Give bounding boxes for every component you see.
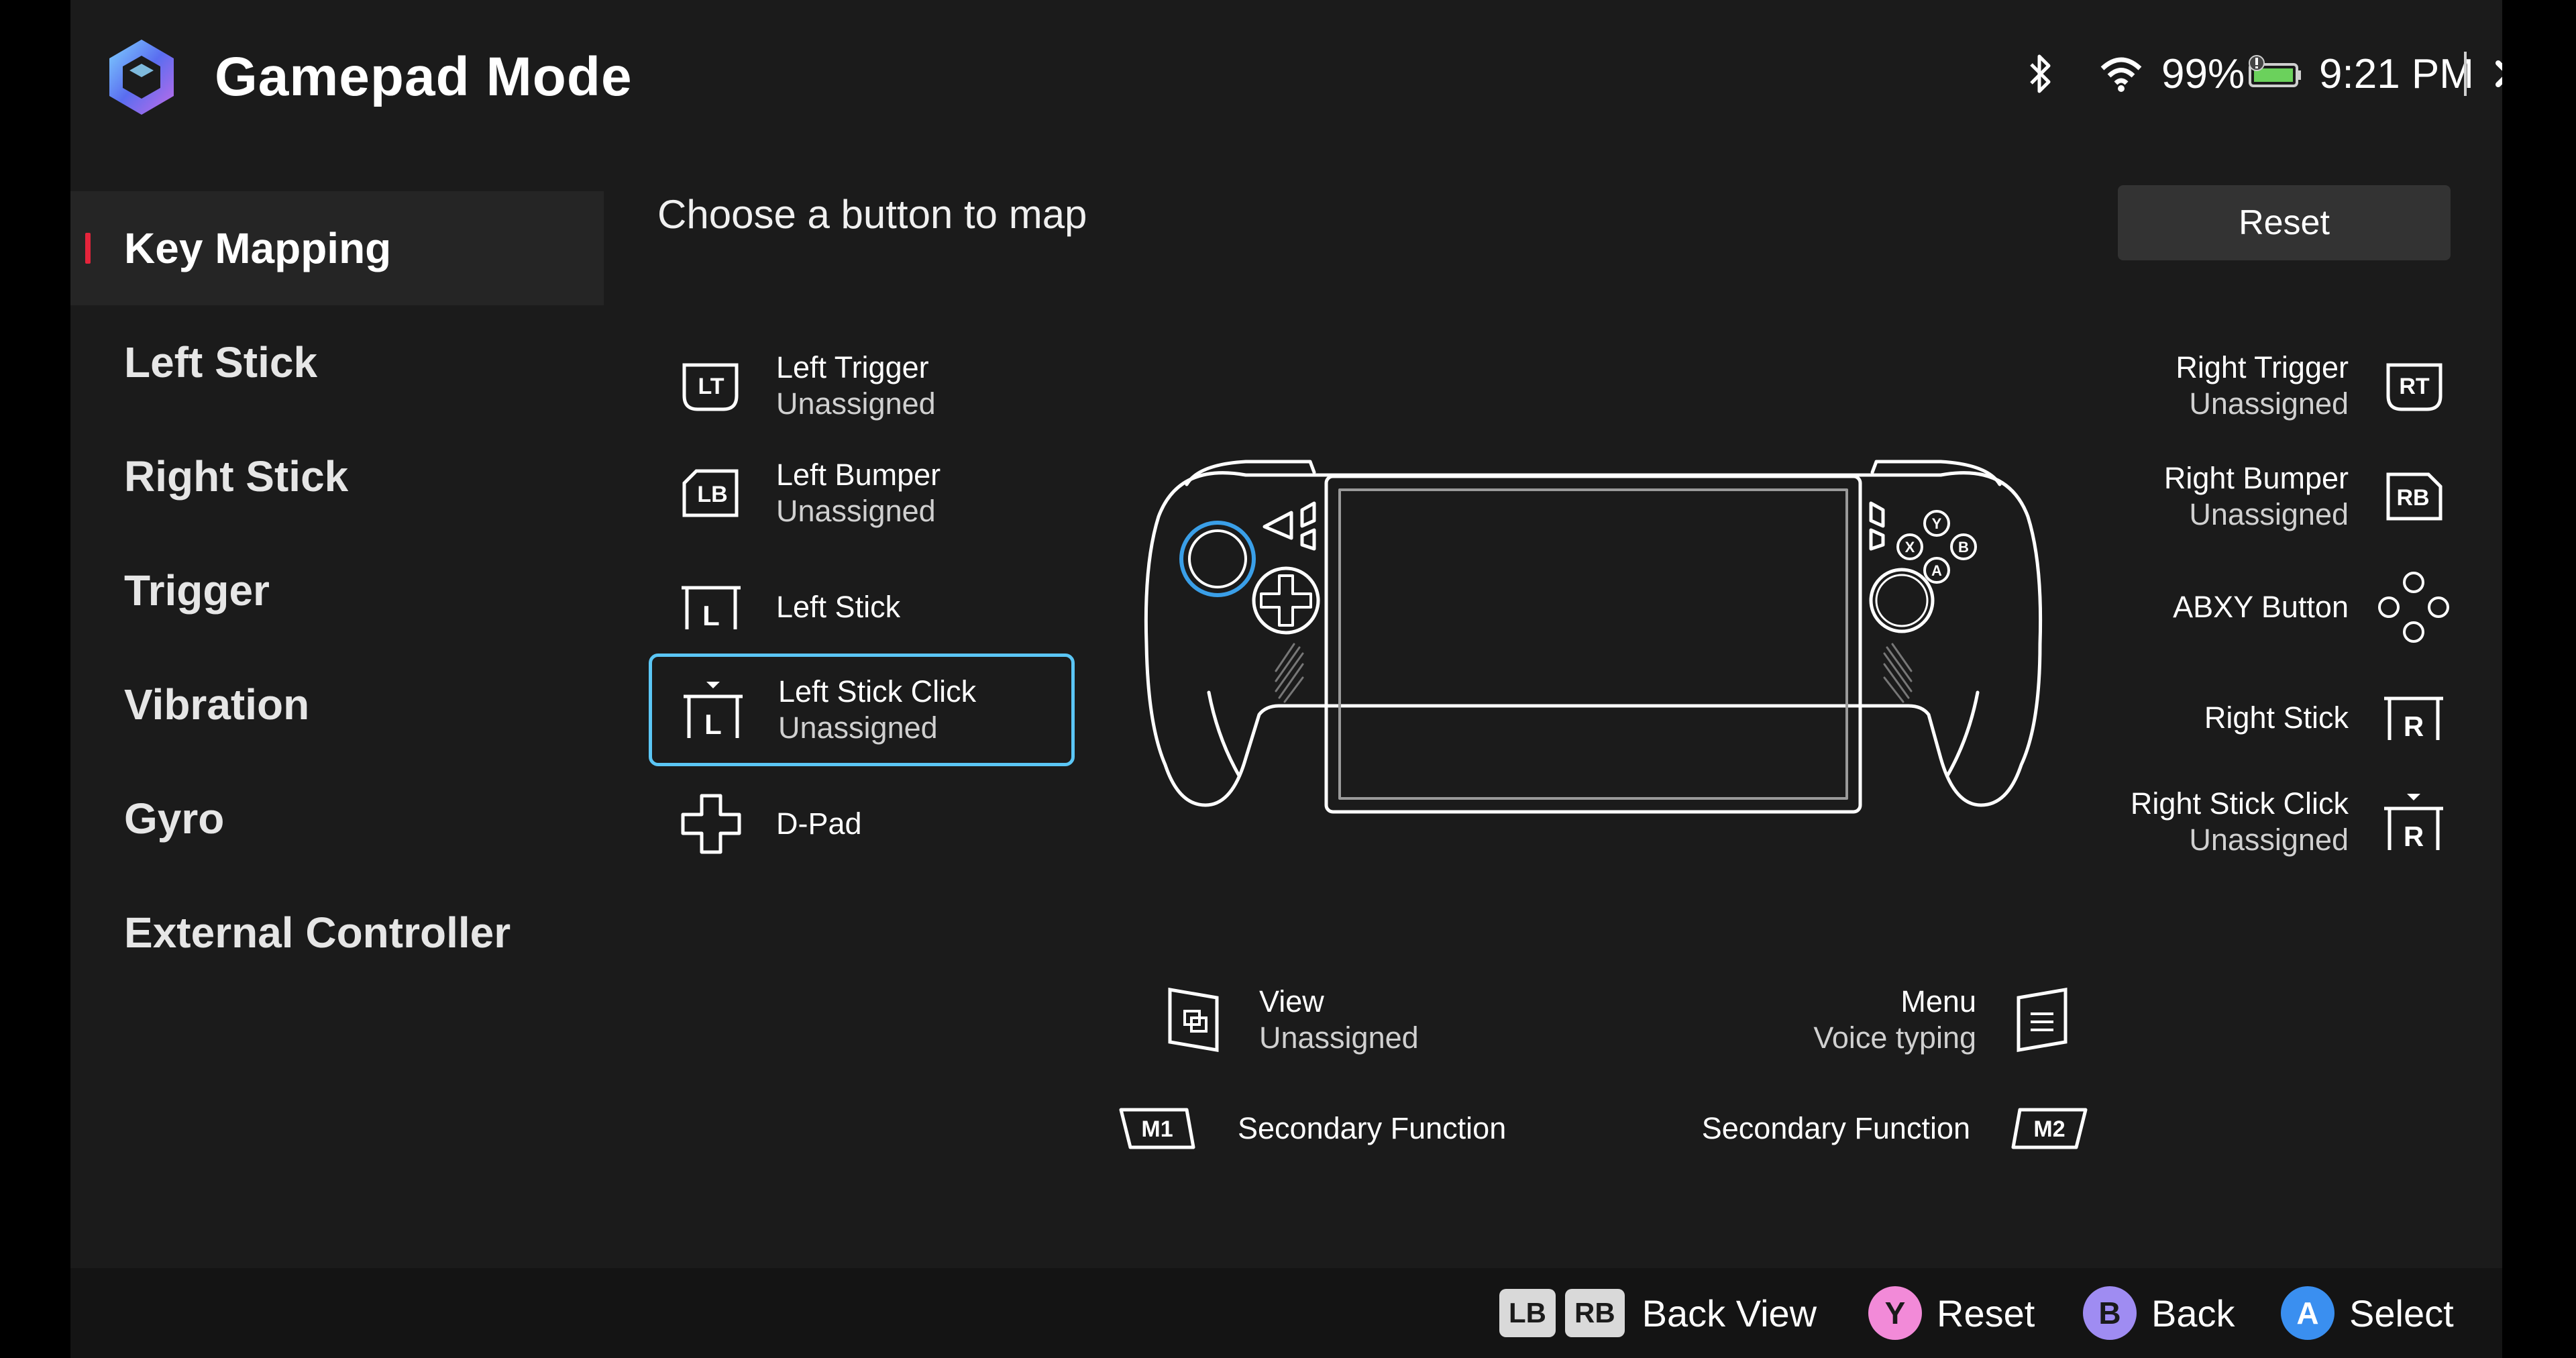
hint-label: Reset: [1937, 1292, 2035, 1335]
svg-text:M1: M1: [1141, 1116, 1173, 1142]
dpad-icon: [674, 787, 748, 861]
mapping-m2[interactable]: Secondary Function M2: [1702, 1088, 2090, 1169]
mapping-value: Unassigned: [776, 386, 936, 421]
hint-label: Select: [2349, 1292, 2454, 1335]
mapping-value: Unassigned: [2189, 823, 2349, 857]
mapping-left-stick-click[interactable]: L Left Stick Click Unassigned: [649, 654, 1075, 766]
svg-text:LT: LT: [698, 374, 724, 399]
view-icon: [1157, 983, 1231, 1057]
svg-text:M2: M2: [2033, 1116, 2065, 1142]
mapping-value: Unassigned: [778, 711, 938, 745]
footer-hints: LB RB Back View Y Reset B Back A Select: [70, 1268, 2502, 1358]
rt-icon: RT: [2377, 349, 2451, 423]
mapping-value: Unassigned: [776, 494, 936, 528]
hint-select[interactable]: A Select: [2281, 1268, 2454, 1358]
svg-text:R: R: [2404, 711, 2424, 742]
hint-reset[interactable]: Y Reset: [1868, 1268, 2035, 1358]
mapping-name: View: [1259, 984, 1324, 1018]
mapping-name: ABXY Button: [2173, 590, 2349, 624]
left-stick-icon: L: [674, 570, 748, 644]
mapping-name: D-Pad: [776, 806, 862, 841]
device-x-label: X: [1905, 539, 1915, 556]
mapping-name: Right Stick Click: [2130, 786, 2349, 821]
right-stick-icon: R: [2377, 681, 2451, 755]
rb-key-icon: RB: [1565, 1289, 1625, 1337]
svg-text:R: R: [2404, 821, 2424, 852]
hint-back[interactable]: B Back: [2083, 1268, 2235, 1358]
lt-icon: LT: [674, 349, 748, 423]
mapping-name: Menu: [1900, 984, 1976, 1018]
mapping-value: Unassigned: [2189, 386, 2349, 421]
svg-text:L: L: [702, 600, 720, 631]
lb-icon: LB: [674, 456, 748, 530]
mapping-right-bumper[interactable]: Right Bumper Unassigned RB: [2164, 456, 2451, 537]
mapping-m1[interactable]: M1 Secondary Function: [1117, 1088, 1506, 1169]
m2-icon: M2: [2009, 1092, 2090, 1165]
mapping-value: Voice typing: [1813, 1021, 1976, 1055]
app-window: Gamepad Mode 99% 9:21 PM Key Mapping Lef…: [70, 0, 2502, 1358]
mapping-right-stick-click[interactable]: Right Stick Click Unassigned R: [2131, 782, 2451, 862]
mapping-name: Left Stick: [776, 590, 901, 624]
svg-text:LB: LB: [697, 482, 727, 507]
mapping-value: Unassigned: [2189, 497, 2349, 531]
right-stick-click-icon: R: [2377, 785, 2451, 859]
mapping-name: Right Bumper: [2163, 461, 2349, 495]
main-panel: Choose a button to map Reset LT Left Tri…: [70, 0, 2502, 1268]
mapping-dpad[interactable]: D-Pad: [674, 784, 862, 864]
mapping-right-stick[interactable]: Right Stick R: [2204, 678, 2451, 758]
mapping-name: Left Trigger: [776, 350, 929, 384]
a-button-icon: A: [2281, 1286, 2334, 1340]
hint-label: Back View: [1642, 1292, 1817, 1335]
mapping-name: Left Bumper: [776, 458, 941, 492]
mapping-name: Right Stick: [2204, 700, 2349, 735]
device-y-label: Y: [1932, 515, 1942, 532]
svg-text:RT: RT: [2399, 374, 2430, 399]
device-illustration: Y X B A: [1138, 443, 2047, 819]
hint-back-view[interactable]: LB RB Back View: [1499, 1268, 1817, 1358]
mapping-right-trigger[interactable]: Right Trigger Unassigned RT: [2176, 346, 2451, 426]
device-a-label: A: [1931, 562, 1942, 579]
abxy-icon: [2377, 570, 2451, 644]
mapping-left-trigger[interactable]: LT Left Trigger Unassigned: [674, 346, 936, 426]
reset-button[interactable]: Reset: [2118, 185, 2451, 260]
svg-text:L: L: [704, 709, 722, 740]
lb-key-icon: LB: [1499, 1289, 1556, 1337]
mapping-name: Secondary Function: [1238, 1111, 1507, 1145]
b-button-icon: B: [2083, 1286, 2137, 1340]
menu-icon: [2004, 983, 2078, 1057]
svg-text:RB: RB: [2396, 485, 2429, 511]
page-heading: Choose a button to map: [657, 192, 1087, 237]
mapping-name: Secondary Function: [1701, 1111, 1970, 1145]
device-b-label: B: [1958, 539, 1969, 556]
mapping-abxy-button[interactable]: ABXY Button: [2173, 567, 2451, 647]
m1-icon: M1: [1117, 1092, 1197, 1165]
mapping-name: Right Trigger: [2176, 350, 2349, 384]
left-stick-click-icon: L: [676, 673, 750, 747]
mapping-value: Unassigned: [1259, 1021, 1419, 1055]
mapping-left-stick[interactable]: L Left Stick: [674, 567, 900, 647]
rb-icon: RB: [2377, 460, 2451, 533]
mapping-view[interactable]: View Unassigned: [1157, 980, 1419, 1060]
mapping-left-bumper[interactable]: LB Left Bumper Unassigned: [674, 453, 941, 533]
mapping-menu[interactable]: Menu Voice typing: [1813, 980, 2078, 1060]
mapping-name: Left Stick Click: [778, 674, 977, 709]
hint-label: Back: [2151, 1292, 2235, 1335]
y-button-icon: Y: [1868, 1286, 1922, 1340]
